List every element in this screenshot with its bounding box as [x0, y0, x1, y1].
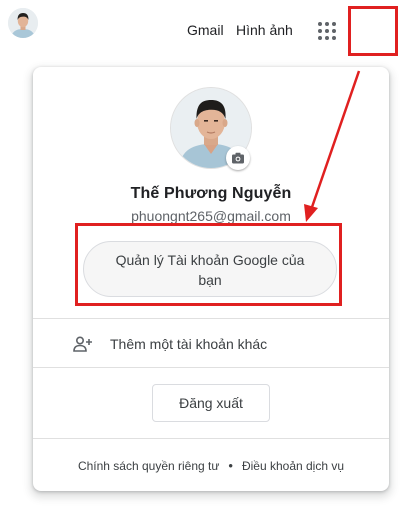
terms-of-service-link[interactable]: Điều khoản dịch vụ [242, 459, 344, 473]
images-link[interactable]: Hình ảnh [236, 22, 293, 38]
profile-name: Thế Phương Nguyễn [130, 185, 292, 202]
profile-email: phuongnt265@gmail.com [131, 208, 291, 224]
privacy-policy-link[interactable]: Chính sách quyền riêng tư [78, 459, 219, 473]
account-avatar-button[interactable] [8, 8, 38, 38]
gmail-link[interactable]: Gmail [187, 22, 224, 38]
divider [33, 438, 389, 439]
footer-links: Chính sách quyền riêng tư • Điều khoản dịc… [33, 458, 389, 473]
manage-account-button[interactable]: Quản lý Tài khoản Google của bạn [83, 241, 337, 297]
avatar-image [8, 8, 38, 38]
account-menu-card: Thế Phương Nguyễn phuongnt265@gmail.com … [33, 67, 389, 491]
add-account-label: Thêm một tài khoản khác [110, 336, 268, 352]
top-bar: Gmail Hình ảnh [0, 0, 406, 62]
footer-separator: • [228, 458, 233, 473]
camera-icon [232, 152, 244, 164]
change-photo-camera-icon[interactable] [226, 146, 250, 170]
add-account-item[interactable]: Thêm một tài khoản khác [33, 319, 389, 369]
person-add-icon [73, 336, 92, 352]
divider [33, 367, 389, 368]
annotation-highlight-avatar [348, 6, 398, 56]
apps-grid-icon[interactable] [318, 22, 336, 40]
sign-out-button[interactable]: Đăng xuất [152, 384, 270, 422]
